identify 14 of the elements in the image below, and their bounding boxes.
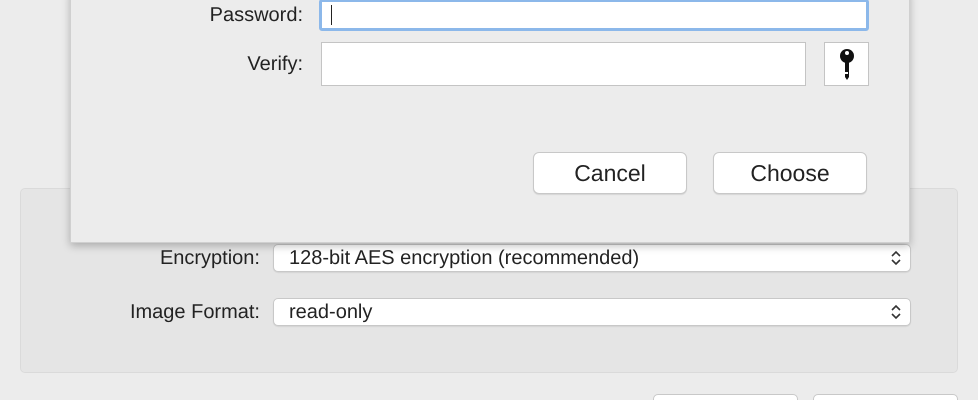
setting-label: Encryption: xyxy=(158,246,260,270)
chevron-icon xyxy=(890,249,902,267)
field-label: Password: xyxy=(208,4,303,26)
popup-menu[interactable]: read-only xyxy=(273,298,911,326)
chevron-icon xyxy=(890,303,902,321)
dialog-button[interactable]: Cancel xyxy=(533,152,687,194)
field-label: Verify: xyxy=(246,52,303,76)
setting-label: Image Format: xyxy=(128,300,260,324)
password-field[interactable] xyxy=(319,0,869,31)
password-field[interactable] xyxy=(321,42,806,86)
popup-menu[interactable]: 128-bit AES encryption (recommended) xyxy=(273,244,911,272)
key-button[interactable] xyxy=(824,42,869,86)
dialog-button[interactable]: Choose xyxy=(713,152,867,194)
key-icon xyxy=(838,47,854,81)
